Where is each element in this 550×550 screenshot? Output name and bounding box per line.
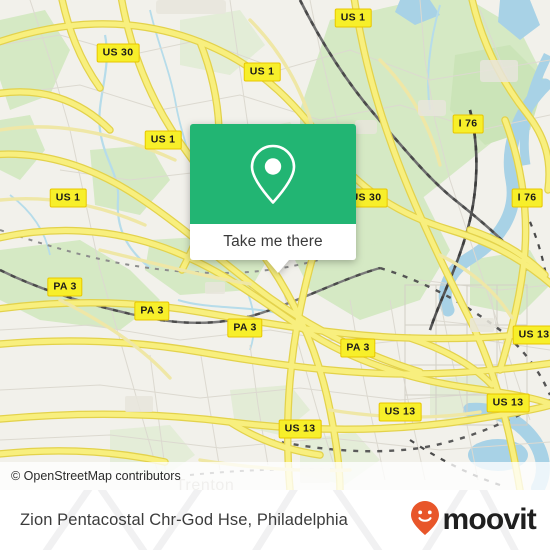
location-popup-card[interactable]: Take me there (190, 124, 356, 273)
highway-shield: PA 3 (134, 301, 170, 321)
map-attribution-bar: © OpenStreetMap contributors (0, 462, 550, 490)
highway-shield: US 13 (486, 393, 530, 413)
highway-shield: US 13 (278, 419, 322, 439)
take-me-there-button[interactable]: Take me there (190, 224, 356, 260)
highway-shield: US 1 (243, 62, 281, 82)
highway-shield: US 1 (49, 188, 87, 208)
highway-shield: US 13 (512, 325, 550, 345)
highway-shield: US 13 (378, 402, 422, 422)
highway-shield: US 1 (334, 8, 372, 28)
footer-bar: Zion Pentacostal Chr-God Hse, Philadelph… (0, 490, 550, 550)
highway-shield: PA 3 (227, 318, 263, 338)
highway-shield: I 76 (452, 114, 484, 134)
moovit-logo[interactable]: moovit (410, 500, 537, 541)
highway-shield: PA 3 (47, 277, 83, 297)
screenshot-root: US 1 US 30 US 1I 76 US 1 US 1 US 30 I 76 PA 3 PA… (0, 0, 550, 550)
moovit-pin-icon (410, 500, 440, 541)
map-pin-icon (248, 143, 298, 205)
highway-shield: PA 3 (340, 338, 376, 358)
highway-shield: US 1 (144, 130, 182, 150)
highway-shield: I 76 (511, 188, 543, 208)
place-title: Zion Pentacostal Chr-God Hse, Philadelph… (20, 510, 348, 529)
moovit-wordmark: moovit (442, 503, 536, 536)
popup-image-area (190, 124, 356, 224)
take-me-there-label: Take me there (223, 233, 323, 250)
osm-attribution-text[interactable]: © OpenStreetMap contributors (0, 469, 181, 483)
popup-tail-pointer (267, 259, 289, 273)
highway-shield: US 30 (96, 43, 140, 63)
